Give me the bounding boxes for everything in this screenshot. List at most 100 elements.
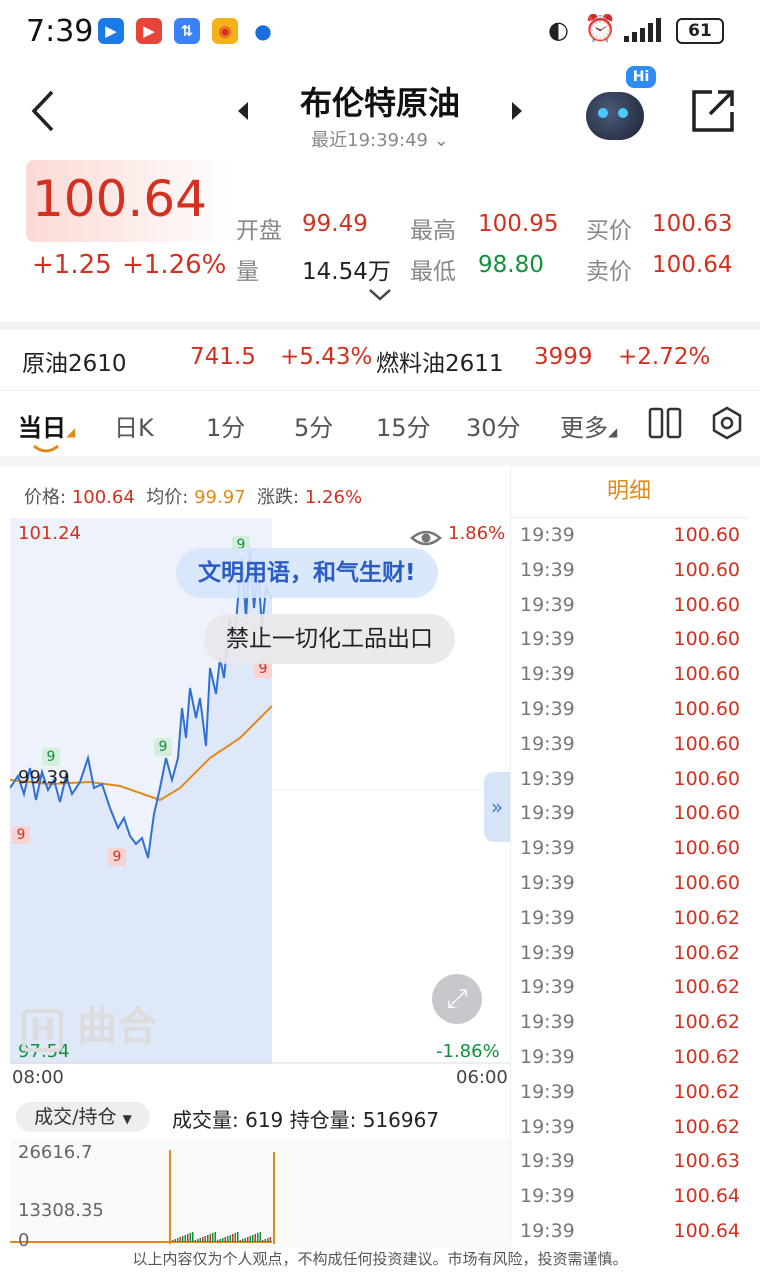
alarm-icon: ⏰	[584, 14, 617, 44]
volume-bar	[212, 1233, 214, 1242]
related-name-2[interactable]: 燃料油2611	[376, 344, 504, 378]
detail-time: 19:39	[520, 767, 575, 790]
detail-time: 19:39	[520, 1185, 575, 1208]
detail-row: 19:39 100.62	[520, 942, 740, 977]
axis-top-pct: 1.86%	[448, 523, 506, 544]
detail-time: 19:39	[520, 837, 575, 860]
volume-bar	[229, 1235, 231, 1242]
detail-time: 19:39	[520, 663, 575, 686]
volume-bar	[202, 1237, 204, 1242]
related-pct-1: +5.43%	[280, 344, 373, 370]
tab-30min[interactable]: 30分	[466, 408, 521, 443]
open-label: 开盘	[236, 218, 282, 244]
volume-bar	[247, 1237, 249, 1242]
detail-price: 100.62	[673, 1046, 740, 1068]
detail-price: 100.60	[673, 593, 740, 616]
volume-bar	[242, 1239, 244, 1242]
next-arrow-icon[interactable]	[510, 100, 524, 122]
volume-bar	[217, 1240, 219, 1242]
detail-price: 100.60	[673, 872, 740, 894]
detail-row: 19:39 100.63	[520, 1150, 740, 1185]
detail-time: 19:39	[520, 872, 575, 894]
volume-bar	[237, 1232, 239, 1242]
watermark-text: 曲合	[77, 1004, 158, 1050]
ai-assistant-icon[interactable]: Hi	[584, 66, 656, 144]
volume-bar	[264, 1239, 266, 1242]
volume-bar	[252, 1235, 254, 1242]
settings-icon[interactable]	[710, 406, 744, 440]
detail-price: 100.60	[673, 698, 740, 720]
tab-5min[interactable]: 5分	[294, 408, 333, 443]
tab-today-label: 当日	[18, 414, 66, 442]
detail-row: 19:39 100.64	[520, 1185, 740, 1220]
tab-1min[interactable]: 1分	[206, 408, 245, 443]
detail-price: 100.60	[673, 837, 740, 860]
volume-bar	[267, 1238, 269, 1242]
detail-row: 19:39 100.60	[520, 802, 740, 837]
volume-bar	[209, 1234, 211, 1242]
volume-bar	[194, 1240, 196, 1242]
volume-bar	[174, 1239, 176, 1242]
detail-row: 19:39 100.60	[520, 628, 740, 663]
volume-bar	[259, 1232, 261, 1242]
related-price-2: 3999	[534, 344, 593, 370]
detail-price: 100.60	[673, 524, 740, 546]
watermark-logo: H 曲合	[22, 994, 157, 1052]
chevron-down-icon: ⌄	[433, 130, 449, 151]
detail-price: 100.63	[673, 1150, 740, 1173]
detail-row: 19:39 100.60	[520, 872, 740, 907]
divider	[510, 466, 511, 1246]
volume-bar	[249, 1236, 251, 1242]
eye-icon[interactable]	[410, 526, 442, 550]
tab-more[interactable]: 更多◢	[560, 408, 617, 443]
detail-price: 100.62	[673, 976, 740, 999]
detail-time: 19:39	[520, 698, 575, 720]
volume-selector-label: 成交/持仓	[34, 1106, 117, 1128]
tab-15min[interactable]: 15分	[376, 408, 431, 443]
tab-today[interactable]: 当日◢	[18, 408, 75, 443]
volume-bar	[232, 1234, 234, 1242]
price-change: +1.25	[32, 250, 112, 280]
volume-bar	[189, 1233, 191, 1242]
related-price-1: 741.5	[190, 344, 256, 370]
info-chg-label: 涨跌:	[257, 487, 300, 508]
open-value: 99.49	[302, 211, 368, 237]
related-name-1[interactable]: 原油2610	[22, 344, 127, 378]
volume-bar	[192, 1232, 194, 1242]
volume-bar	[219, 1239, 221, 1242]
volume-bar	[182, 1236, 184, 1242]
high-value: 100.95	[478, 211, 559, 237]
volume-bar	[197, 1239, 199, 1242]
detail-time: 19:39	[520, 524, 575, 546]
detail-row: 19:39 100.60	[520, 559, 740, 594]
tab-daily-k[interactable]: 日K	[114, 408, 154, 443]
detail-price: 100.64	[673, 1220, 740, 1242]
detail-row: 19:39 100.62	[520, 907, 740, 942]
status-time: 7:39	[26, 14, 94, 49]
volume-bar	[179, 1237, 181, 1242]
axis-top: 101.24	[18, 523, 81, 544]
share-icon[interactable]	[690, 88, 736, 134]
expand-chevron-icon[interactable]	[368, 288, 392, 302]
low-label: 最低	[410, 259, 456, 285]
detail-row: 19:39 100.62	[520, 1116, 740, 1151]
bilibili-style-icon: ▶	[98, 18, 124, 44]
detail-time: 19:39	[520, 1150, 575, 1173]
vol-axis-top: 26616.7	[18, 1142, 93, 1163]
detail-time: 19:39	[520, 1080, 575, 1103]
volume-selector[interactable]: 成交/持仓 ▼	[16, 1102, 150, 1132]
volume-bar	[262, 1240, 264, 1242]
axis-start-time: 08:00	[12, 1067, 64, 1088]
axis-mid: 99.39	[18, 767, 70, 788]
fullscreen-icon[interactable]: ⤢	[432, 974, 482, 1024]
axis-end-time: 06:00	[456, 1067, 508, 1088]
volume-bar	[224, 1237, 226, 1242]
layout-toggle-icon[interactable]	[648, 406, 682, 440]
browser-icon: ●	[250, 18, 276, 44]
detail-title[interactable]: 明细	[510, 466, 748, 518]
volume-label: 量	[236, 259, 259, 285]
expand-side-panel-icon[interactable]: »	[484, 772, 510, 842]
vol-axis-mid: 13308.35	[18, 1200, 104, 1221]
divider	[0, 322, 760, 330]
detail-row: 19:39 100.60	[520, 698, 740, 733]
